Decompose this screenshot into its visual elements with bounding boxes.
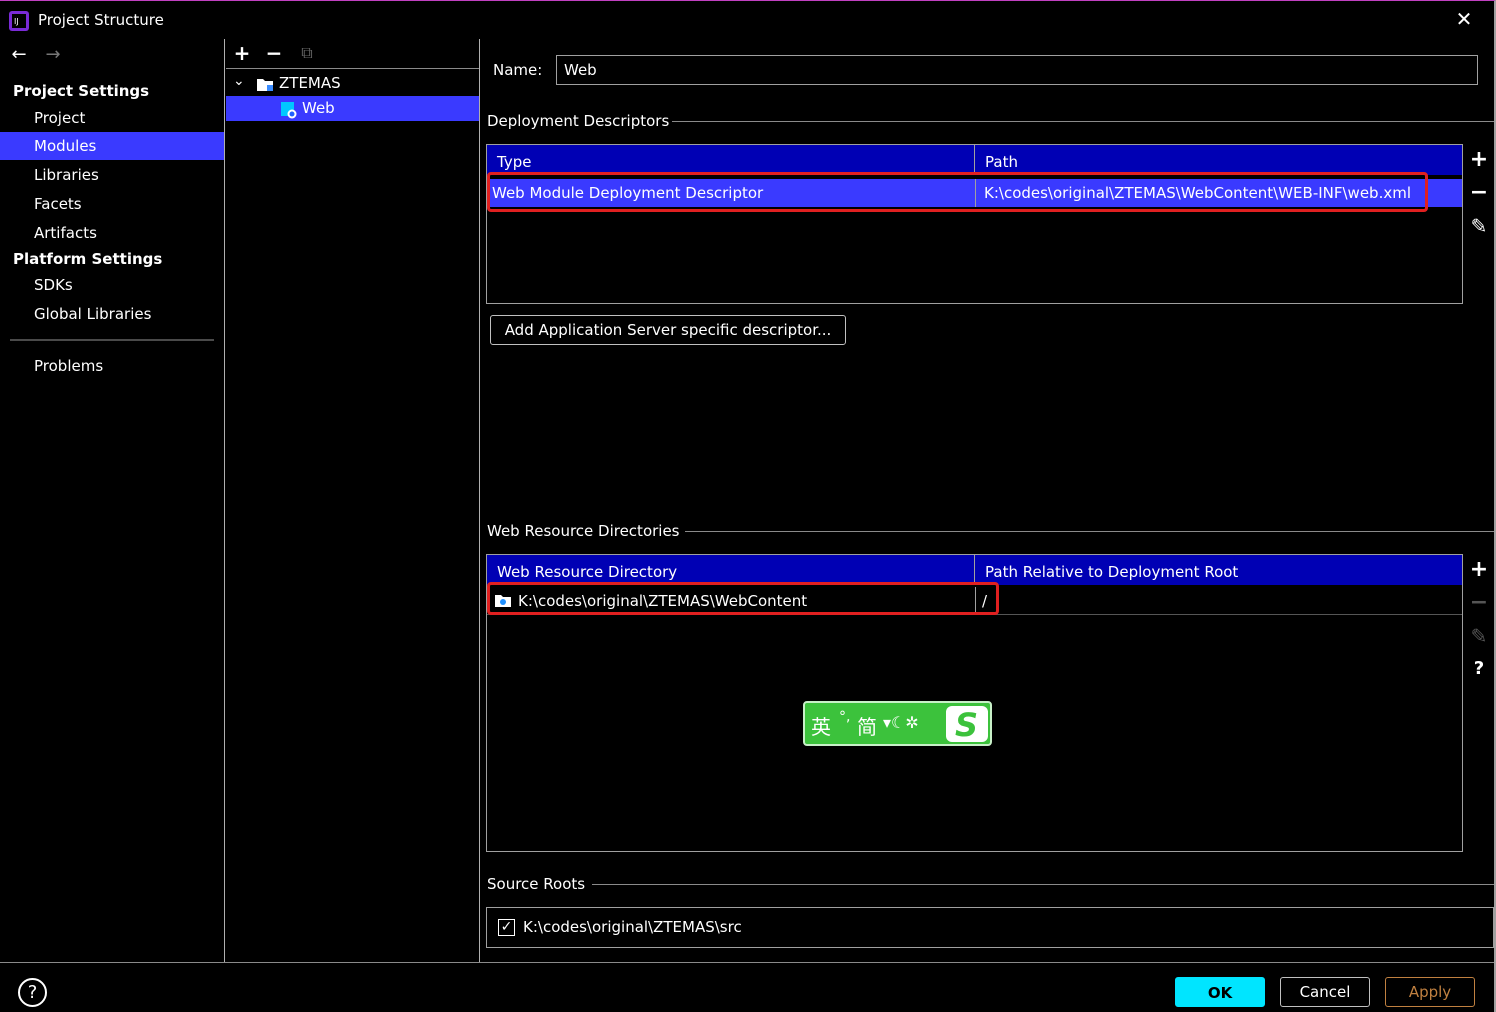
column-header-relative-path[interactable]: Path Relative to Deployment Root (975, 555, 1462, 585)
project-settings-header: Project Settings (13, 82, 150, 100)
column-header-directory[interactable]: Web Resource Directory (487, 555, 975, 585)
ime-mode-label[interactable]: 简 (857, 711, 877, 740)
cancel-button[interactable]: Cancel (1280, 977, 1370, 1007)
platform-settings-header: Platform Settings (13, 250, 163, 268)
group-separator (592, 884, 1494, 885)
table-header: Web Resource Directory Path Relative to … (487, 555, 1462, 585)
relative-path-cell: / (975, 587, 1462, 615)
chevron-down-icon[interactable]: ⌄ (233, 69, 245, 94)
web-resource-directories-title: Web Resource Directories (487, 522, 680, 540)
help-icon[interactable]: ? (18, 978, 47, 1007)
nav-item-project[interactable]: Project (0, 104, 224, 132)
remove-descriptor-icon[interactable]: − (1463, 179, 1495, 207)
nav-item-global-libraries[interactable]: Global Libraries (0, 300, 224, 328)
add-resource-icon[interactable]: + (1463, 556, 1495, 584)
nav-item-libraries[interactable]: Libraries (0, 161, 224, 189)
svg-text:S: S (955, 706, 978, 743)
ime-punct-icon[interactable]: °, (839, 709, 850, 725)
project-structure-dialog: IJ Project Structure ✕ ← → Project Setti… (0, 0, 1496, 1012)
group-separator (685, 531, 1494, 532)
name-field[interactable]: Web (556, 55, 1478, 85)
close-icon[interactable]: ✕ (1452, 7, 1476, 31)
deployment-descriptors-title: Deployment Descriptors (487, 112, 670, 130)
svg-text:IJ: IJ (14, 17, 19, 26)
nav-separator (10, 339, 214, 341)
source-roots-title: Source Roots (487, 875, 586, 893)
forward-arrow-icon[interactable]: → (42, 45, 64, 65)
sogou-logo-icon: S (946, 706, 988, 743)
middle-divider (479, 39, 480, 962)
copy-module-icon[interactable]: ⧉ (297, 43, 317, 63)
module-folder-icon (257, 79, 273, 91)
tree-node-web[interactable]: Web (226, 96, 479, 121)
source-root-path: K:\codes\original\ZTEMAS\src (523, 918, 742, 936)
source-roots-list: ✓ K:\codes\original\ZTEMAS\src (486, 907, 1494, 948)
column-header-type[interactable]: Type (487, 145, 975, 175)
add-descriptor-icon[interactable]: + (1463, 146, 1495, 174)
help-resource-icon[interactable]: ? (1463, 655, 1495, 683)
add-server-descriptor-button[interactable]: Add Application Server specific descript… (490, 315, 846, 345)
edit-resource-icon[interactable]: ✎ (1463, 622, 1495, 650)
add-module-icon[interactable]: + (232, 43, 252, 63)
nav-item-problems[interactable]: Problems (0, 352, 224, 380)
resource-tools: + − ✎ ? (1462, 554, 1494, 852)
back-arrow-icon[interactable]: ← (8, 45, 30, 65)
left-divider (224, 39, 225, 962)
tree-node-label: ZTEMAS (279, 74, 341, 92)
tree-node-label: Web (302, 99, 335, 117)
tree-toolbar-separator (226, 68, 479, 69)
remove-module-icon[interactable]: − (264, 43, 284, 63)
ime-toolbar[interactable]: 英 °, 简 ▾☾✲ S (803, 701, 992, 746)
edit-descriptor-icon[interactable]: ✎ (1463, 212, 1495, 240)
nav-item-sdks[interactable]: SDKs (0, 271, 224, 299)
source-root-checkbox[interactable]: ✓ (498, 919, 515, 936)
deployment-descriptors-table: Type Path Web Module Deployment Descript… (486, 144, 1463, 304)
ok-button[interactable]: OK (1175, 977, 1265, 1007)
descriptor-tools: + − ✎ (1462, 144, 1494, 304)
footer-separator (0, 962, 1494, 963)
nav-item-artifacts[interactable]: Artifacts (0, 219, 224, 247)
ime-language-label[interactable]: 英 (811, 711, 831, 740)
nav-item-modules[interactable]: Modules (0, 132, 224, 160)
intellij-app-icon: IJ (9, 11, 29, 31)
window-title: Project Structure (38, 11, 164, 29)
column-header-path[interactable]: Path (975, 145, 1462, 175)
title-bar: IJ Project Structure ✕ (0, 1, 1494, 39)
table-header: Type Path (487, 145, 1462, 175)
name-label: Name: (493, 61, 543, 79)
group-separator (672, 121, 1494, 122)
remove-resource-icon[interactable]: − (1463, 589, 1495, 617)
tree-node-ztemas[interactable]: ⌄ ZTEMAS (226, 71, 479, 96)
ime-skin-icon[interactable]: ▾☾✲ (883, 713, 919, 732)
highlight-box (487, 582, 999, 615)
apply-button[interactable]: Apply (1385, 977, 1475, 1007)
web-facet-icon (281, 102, 297, 119)
highlight-box (487, 172, 1428, 212)
nav-item-facets[interactable]: Facets (0, 190, 224, 218)
